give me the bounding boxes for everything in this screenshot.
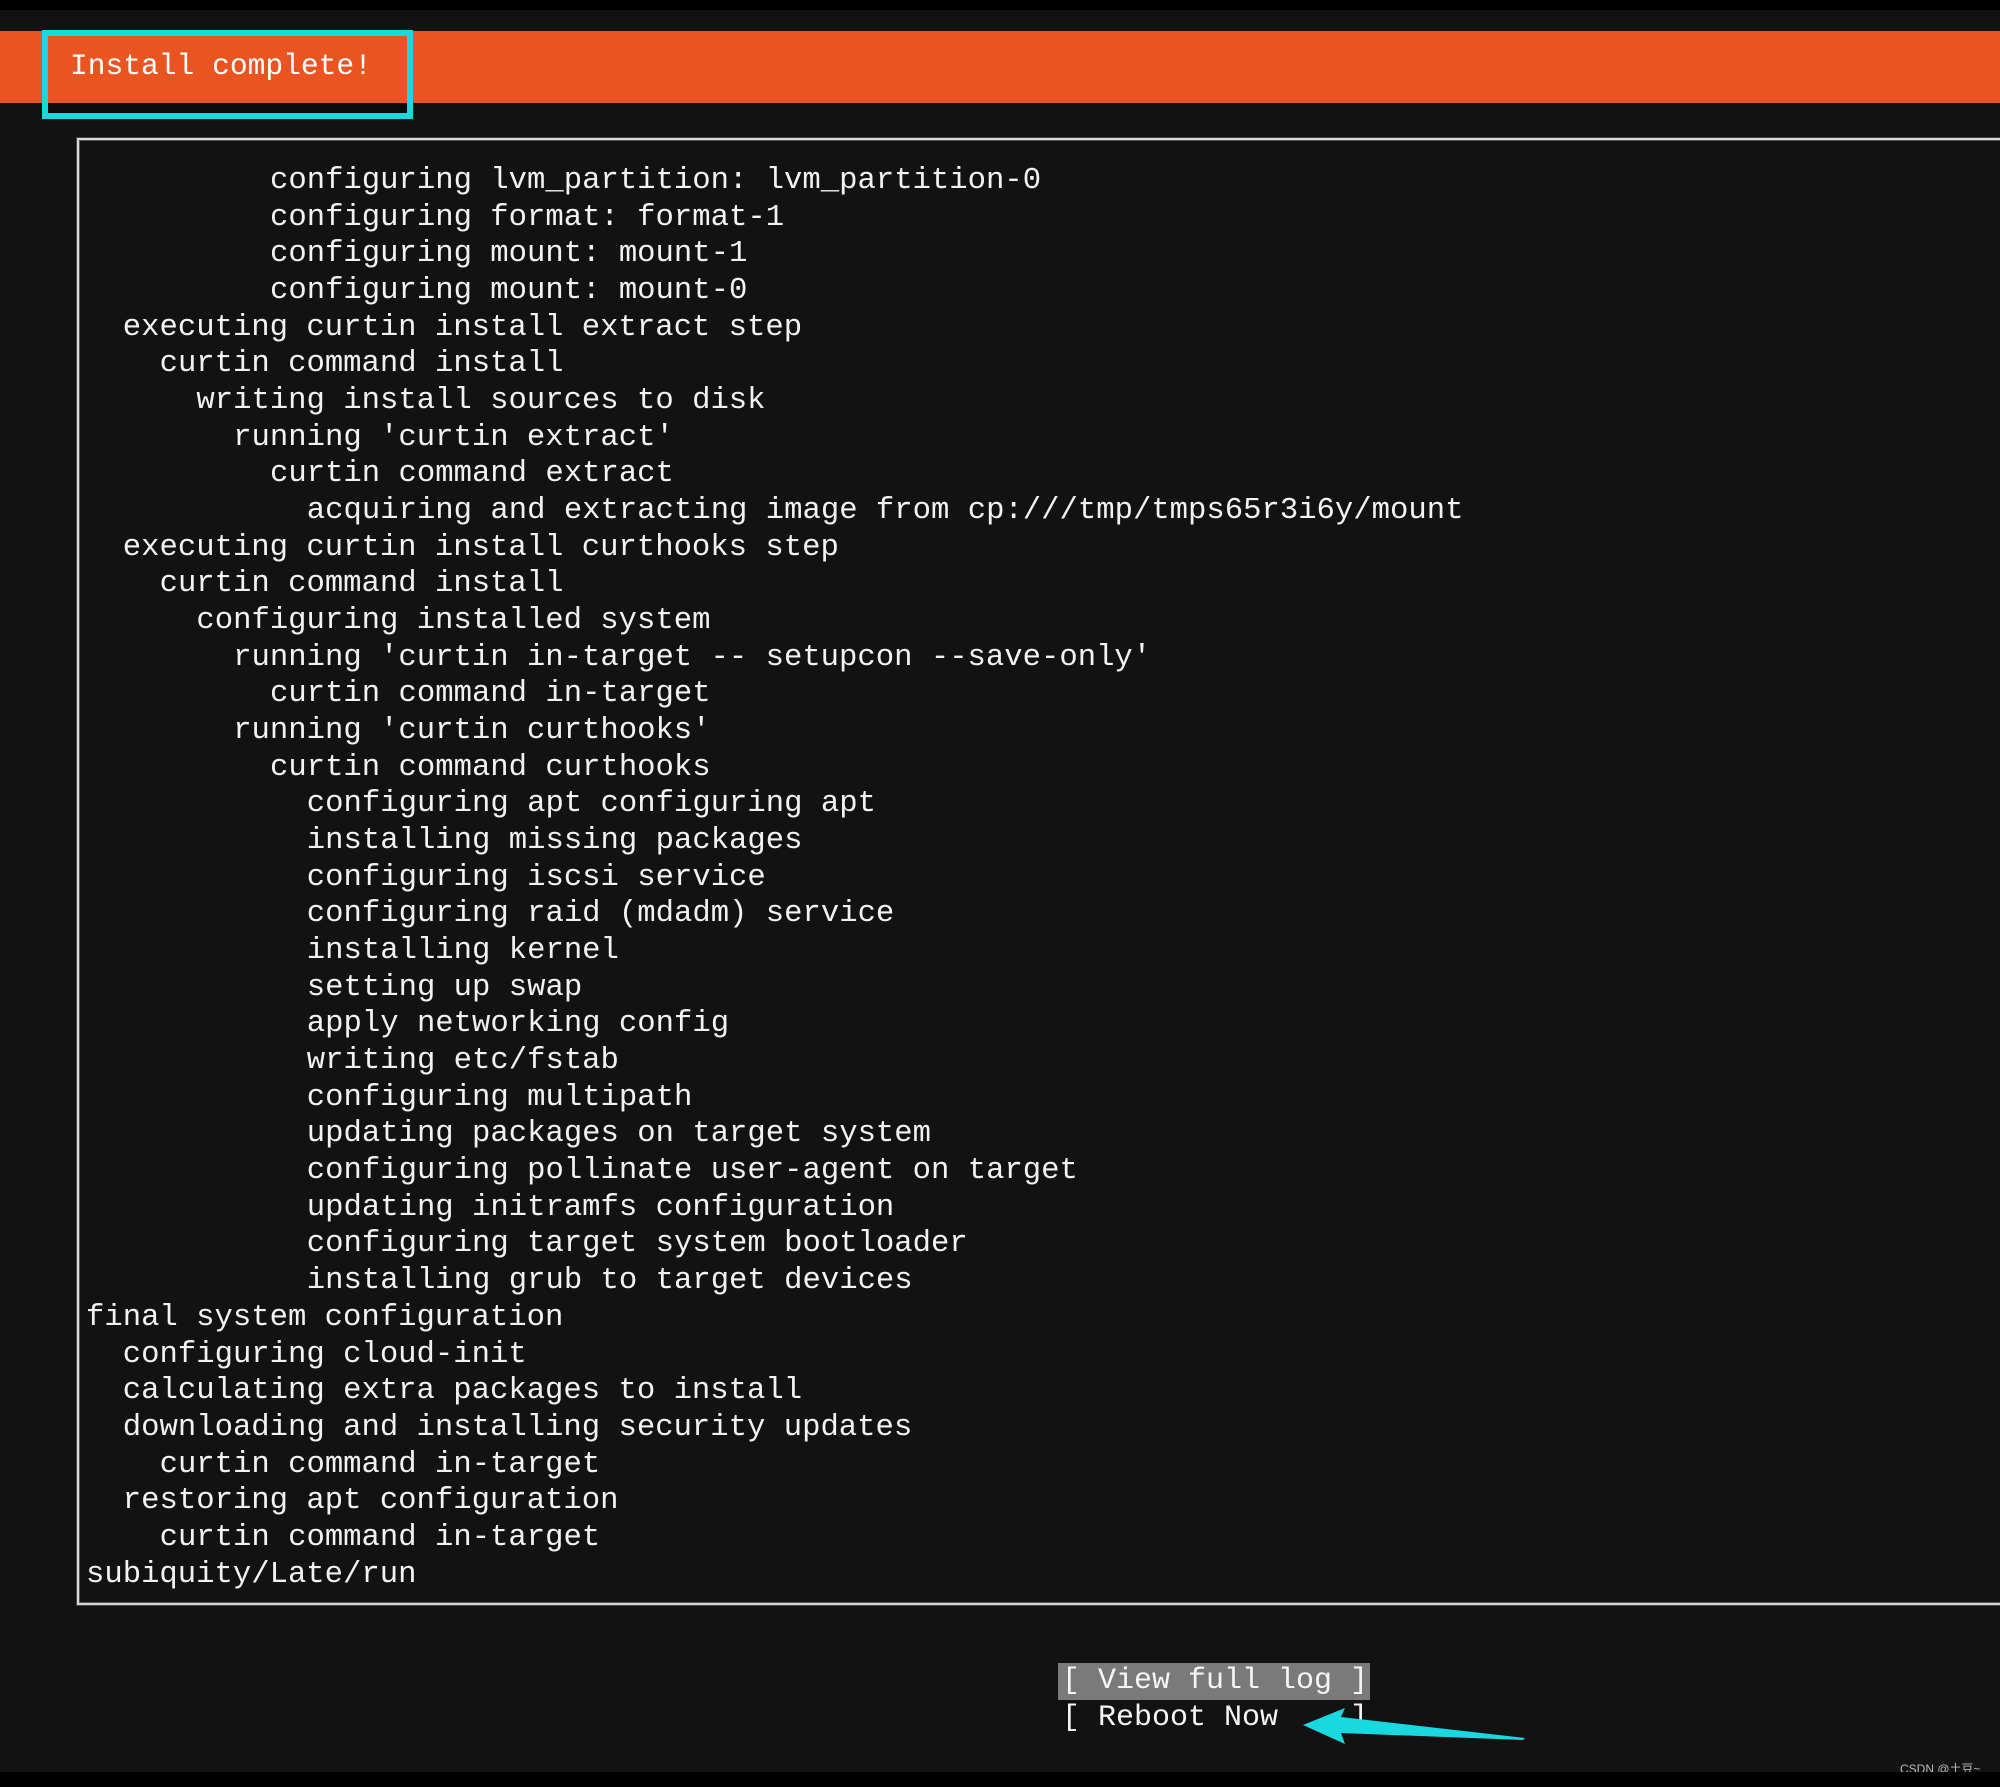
log-line: running 'curtin curthooks' xyxy=(233,714,711,749)
log-line: writing install sources to disk xyxy=(196,384,766,419)
log-line: curtin command install xyxy=(159,567,564,602)
log-line: curtin command in-target xyxy=(159,1447,601,1482)
log-line: updating initramfs configuration xyxy=(306,1190,895,1225)
log-line: curtin command extract xyxy=(270,457,674,492)
log-line: executing curtin install curthooks step xyxy=(122,530,839,565)
log-line: restoring apt configuration xyxy=(122,1484,619,1519)
log-line: configuring format: format-1 xyxy=(270,200,785,235)
log-line: configuring pollinate user-agent on targ… xyxy=(306,1154,1078,1189)
log-line: configuring target system bootloader xyxy=(306,1227,968,1262)
log-line: downloading and installing security upda… xyxy=(122,1410,913,1445)
log-line: configuring iscsi service xyxy=(306,860,766,895)
log-line: curtin command install xyxy=(159,347,564,382)
arrow-shape xyxy=(1303,1708,1525,1744)
log-line: configuring multipath xyxy=(306,1080,693,1115)
top-black-strip xyxy=(0,0,2000,10)
log-line: calculating extra packages to install xyxy=(122,1374,803,1409)
log-line: configuring mount: mount-0 xyxy=(270,274,748,309)
annotation-highlight-box xyxy=(42,30,413,119)
log-line: configuring lvm_partition: lvm_partition… xyxy=(270,164,1042,198)
log-line: configuring apt configuring apt xyxy=(306,787,876,822)
log-line: final system configuration xyxy=(86,1300,564,1335)
log-line: configuring cloud-init xyxy=(122,1337,527,1372)
log-line: configuring raid (mdadm) service xyxy=(306,897,895,932)
bottom-black-strip xyxy=(0,1772,2000,1787)
log-line: acquiring and extracting image from cp:/… xyxy=(306,494,1464,529)
log-line: curtin command in-target xyxy=(270,677,711,712)
log-line: curtin command curthooks xyxy=(270,750,711,785)
log-line: installing missing packages xyxy=(306,824,803,859)
log-line: running 'curtin in-target -- setupcon --… xyxy=(233,640,1152,675)
log-line: setting up swap xyxy=(306,970,583,1005)
log-line: executing curtin install extract step xyxy=(122,310,803,345)
log-line: curtin command in-target xyxy=(159,1520,601,1555)
log-line: installing grub to target devices xyxy=(306,1264,913,1299)
log-line: running 'curtin extract' xyxy=(233,420,674,455)
annotation-arrow-icon xyxy=(1303,1708,1525,1744)
log-line: installing kernel xyxy=(306,934,619,969)
log-line: apply networking config xyxy=(306,1007,730,1042)
log-line: writing etc/fstab xyxy=(306,1044,619,1079)
view-full-log-button[interactable]: [ View full log ] xyxy=(1058,1663,1370,1700)
log-line: configuring installed system xyxy=(196,604,711,639)
log-line: subiquity/Late/run xyxy=(86,1557,417,1592)
log-line: updating packages on target system xyxy=(306,1117,932,1152)
log-line: configuring mount: mount-1 xyxy=(270,237,748,272)
install-log: configuring lvm_partition: lvm_partition… xyxy=(86,163,1463,1593)
